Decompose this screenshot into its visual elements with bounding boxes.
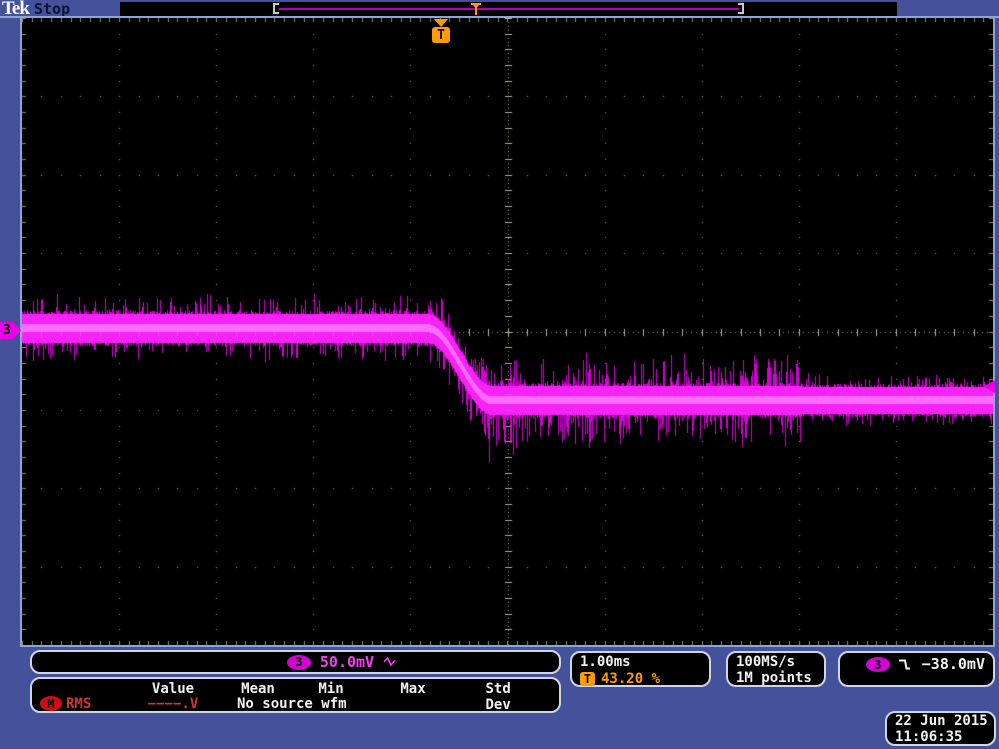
- measurement-value: −−−−.V: [147, 696, 199, 712]
- trigger-source-badge: 3: [865, 657, 890, 672]
- oscilloscope-screen: { "header": { "logo": "Tek", "acq_status…: [0, 0, 999, 749]
- record-overview-bar[interactable]: [120, 2, 897, 16]
- acquisition-readout[interactable]: 100MS/s 1M points: [726, 651, 826, 687]
- channel3-scale: 50.0mV: [319, 653, 375, 671]
- trigger-position-badge[interactable]: T: [432, 27, 450, 43]
- overview-waveform-line: [279, 8, 739, 10]
- sample-rate: 100MS/s: [736, 654, 796, 670]
- datetime-box: 22 Jun 2015 11:06:35: [885, 711, 996, 746]
- waveform-canvas: [22, 18, 993, 645]
- measurement-header-max: Max: [400, 681, 426, 697]
- trigger-position-arrow-icon[interactable]: [434, 19, 448, 27]
- math-badge: M: [40, 696, 62, 711]
- time-per-division: 1.00ms: [580, 654, 631, 670]
- measurement-row[interactable]: M RMS −−−−.V No source wfm: [32, 696, 559, 712]
- measurement-table[interactable]: Value Mean Min Max Std Dev M RMS −−−−.V …: [30, 677, 561, 713]
- trigger-t-badge: T: [580, 672, 595, 686]
- measurement-header-mean: Mean: [241, 681, 275, 697]
- trigger-position-percent: 43.20 %: [601, 671, 661, 687]
- channel3-ground-marker[interactable]: 3: [0, 322, 21, 339]
- falling-edge-icon: [898, 659, 910, 670]
- trigger-level-value: −38.0mV: [921, 655, 985, 673]
- time-value: 11:06:35: [895, 729, 963, 745]
- overview-trigger-marker-icon[interactable]: [471, 3, 481, 15]
- channel3-readout[interactable]: 3 50.0mV: [30, 650, 561, 674]
- measurement-name: RMS: [66, 696, 92, 712]
- trigger-readout[interactable]: 3 −38.0mV: [838, 651, 995, 687]
- horizontal-readout[interactable]: 1.00ms T 43.20 %: [570, 651, 711, 687]
- channel3-badge: 3: [286, 654, 311, 670]
- ac-coupling-icon: [383, 656, 396, 666]
- measurement-note: No source wfm: [237, 696, 347, 712]
- measurement-header-value: Value: [151, 681, 195, 697]
- graticule: [20, 16, 995, 647]
- measurement-header-min: Min: [318, 681, 344, 697]
- record-length: 1M points: [736, 670, 812, 686]
- date-value: 22 Jun 2015: [895, 713, 988, 729]
